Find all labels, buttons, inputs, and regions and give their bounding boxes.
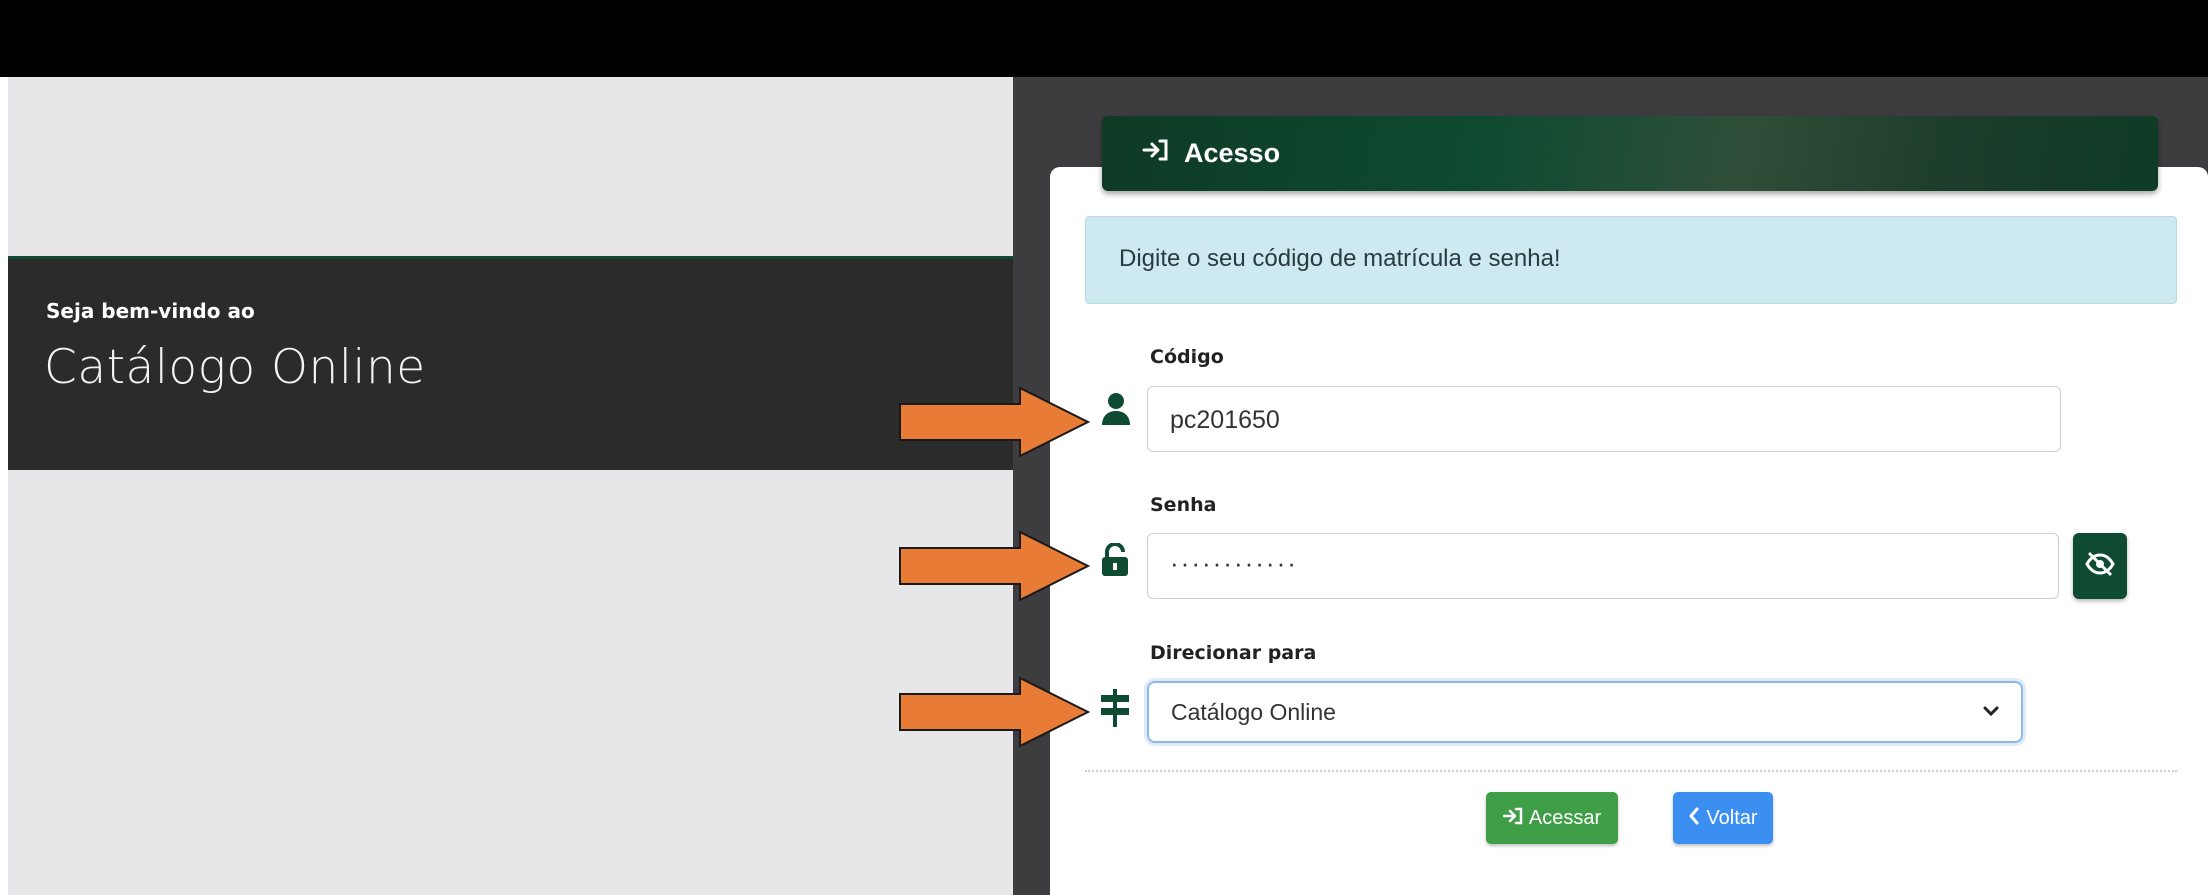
sign-in-icon xyxy=(1502,807,1523,830)
signpost-icon xyxy=(1099,689,1131,732)
acessar-button[interactable]: Acessar xyxy=(1486,792,1618,844)
chevron-left-icon xyxy=(1688,807,1700,830)
welcome-title: Catálogo Online xyxy=(44,340,426,395)
senha-value: ············ xyxy=(1170,548,1298,578)
alert-text: Digite o seu código de matrícula e senha… xyxy=(1119,245,1561,272)
annotation-arrow-direcionar xyxy=(899,676,1091,748)
voltar-button[interactable]: Voltar xyxy=(1673,792,1773,844)
card-header: Acesso xyxy=(1102,116,2158,191)
top-bar xyxy=(0,0,2208,77)
acessar-label: Acessar xyxy=(1528,806,1602,829)
sign-in-icon xyxy=(1142,138,1170,169)
annotation-arrow-codigo xyxy=(899,386,1091,458)
codigo-value: pc201650 xyxy=(1170,406,1280,434)
direcionar-label: Direcionar para xyxy=(1150,642,1317,664)
user-icon xyxy=(1101,392,1131,431)
senha-label: Senha xyxy=(1150,494,1217,516)
left-pane xyxy=(8,77,1013,895)
direcionar-select[interactable]: Catálogo Online xyxy=(1147,681,2023,743)
senha-input[interactable]: ············ xyxy=(1147,533,2059,599)
page: Seja bem-vindo ao Catálogo Online Acesso… xyxy=(0,0,2208,895)
codigo-label: Código xyxy=(1150,346,1224,368)
eye-slash-icon xyxy=(2085,551,2115,582)
welcome-subtitle: Seja bem-vindo ao xyxy=(46,299,255,323)
codigo-input[interactable]: pc201650 xyxy=(1147,386,2061,452)
card-header-title: Acesso xyxy=(1184,138,1281,168)
toggle-password-button[interactable] xyxy=(2073,533,2127,599)
voltar-label: Voltar xyxy=(1706,806,1758,829)
direcionar-value: Catálogo Online xyxy=(1171,699,1336,725)
annotation-arrow-senha xyxy=(899,530,1091,602)
form-divider xyxy=(1085,770,2177,772)
info-alert: Digite o seu código de matrícula e senha… xyxy=(1085,216,2177,304)
unlock-icon xyxy=(1101,542,1131,582)
chevron-down-icon xyxy=(1983,697,1999,723)
